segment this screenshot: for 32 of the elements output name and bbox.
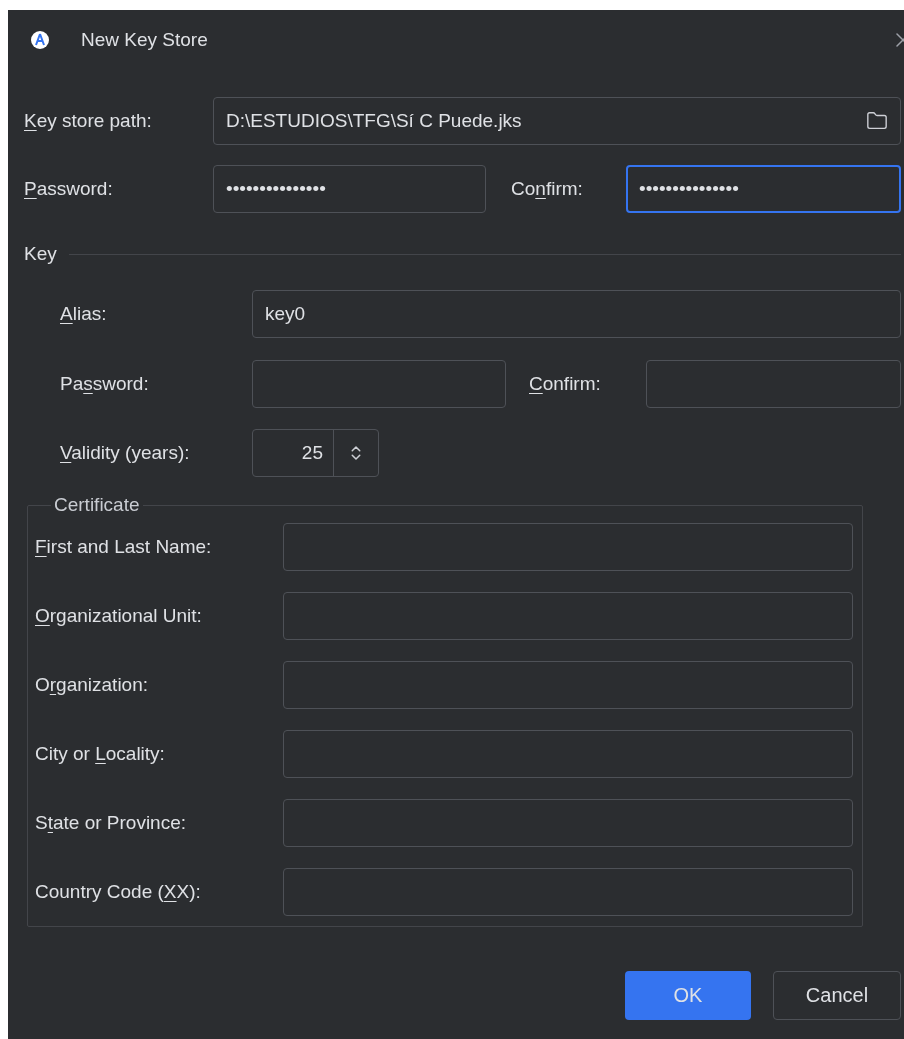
- text-field[interactable]: [283, 730, 853, 778]
- cancel-button[interactable]: Cancel: [773, 971, 901, 1020]
- field-label: Organizational Unit:: [35, 605, 203, 627]
- text-field[interactable]: [283, 523, 853, 571]
- password-field[interactable]: [252, 360, 506, 408]
- folder-icon[interactable]: [866, 110, 888, 132]
- text-field[interactable]: [283, 661, 853, 709]
- field-label: Organization:: [35, 674, 149, 696]
- field-label: Password:: [60, 373, 150, 395]
- field-label: Confirm:: [511, 178, 584, 200]
- field-label: Key store path:: [24, 110, 153, 132]
- group-title: Certificate: [53, 494, 141, 516]
- field-label: Alias:: [60, 303, 108, 325]
- password-field[interactable]: •••••••••••••••: [213, 165, 486, 213]
- field-label: First and Last Name:: [35, 536, 213, 558]
- field-label: Country Code (XX):: [35, 881, 202, 903]
- field-label: State or Province:: [35, 812, 188, 834]
- password-field[interactable]: [646, 360, 901, 408]
- section-title: Key: [24, 243, 57, 265]
- text-field[interactable]: [283, 868, 853, 916]
- field-label: Validity (years):: [60, 442, 191, 464]
- field-label: Password:: [24, 178, 114, 200]
- text-field[interactable]: [283, 799, 853, 847]
- password-field[interactable]: •••••••••••••••: [626, 165, 901, 213]
- app-logo-icon: [31, 31, 49, 49]
- validity-spinner[interactable]: 25: [252, 429, 379, 477]
- field-label: City or Locality:: [35, 743, 166, 765]
- alias-field[interactable]: key0: [252, 290, 901, 338]
- window-title: New Key Store: [81, 29, 208, 51]
- field-label: Confirm:: [529, 373, 602, 395]
- text-field[interactable]: [283, 592, 853, 640]
- path-field[interactable]: D:\ESTUDIOS\TFG\Sí C Puede.jks: [213, 97, 901, 145]
